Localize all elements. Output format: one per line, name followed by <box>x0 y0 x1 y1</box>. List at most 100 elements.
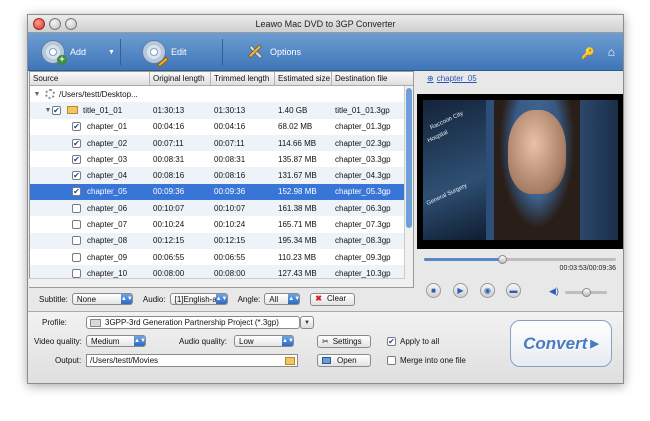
row-estimated-size: 127.43 MB <box>278 268 317 278</box>
profile-select[interactable]: 3GPP-3rd Generation Partnership Project … <box>86 316 314 329</box>
audio-select[interactable]: [1]English-ac3 ▲▼ <box>169 293 228 305</box>
row-estimated-size: 195.34 MB <box>278 236 317 246</box>
row-original-length: 00:07:11 <box>153 138 184 148</box>
table-row[interactable]: ✔ chapter_05 00:09:36 00:09:36 152.98 MB chap… <box>30 183 413 201</box>
playback-controls: ■ ▶ ◉ ▬ ◀) <box>417 281 623 301</box>
playback-progress-slider[interactable] <box>424 255 616 264</box>
column-header-trimmed-length[interactable]: Trimmed length <box>211 72 275 85</box>
row-checkbox[interactable]: ✔ <box>52 105 61 115</box>
row-checkbox[interactable] <box>72 252 81 262</box>
row-checkbox[interactable] <box>72 203 81 213</box>
angle-select[interactable]: All ▲▼ <box>264 293 301 305</box>
table-row[interactable]: ✔ chapter_04 00:08:16 00:08:16 131.67 MB chap… <box>30 167 413 184</box>
disclosure-triangle-icon[interactable]: ▼ <box>33 91 41 98</box>
clear-button[interactable]: ✖ Clear <box>310 292 356 306</box>
table-row[interactable]: ✔ chapter_01 00:04:16 00:04:16 68.02 MB chapt… <box>30 119 413 135</box>
camera-icon: ◉ <box>484 286 491 295</box>
table-row[interactable]: ✔ chapter_03 00:08:31 00:08:31 135.87 MB chap… <box>30 151 413 167</box>
profile-label: Profile: <box>42 318 67 327</box>
row-name: chapter_06 <box>87 203 128 213</box>
row-trimmed-length: 00:06:55 <box>214 252 246 262</box>
column-header-source[interactable]: Source <box>30 72 150 85</box>
vertical-scrollbar[interactable] <box>404 86 413 287</box>
subtitle-select[interactable]: None ▲▼ <box>71 293 133 305</box>
table-row[interactable]: chapter_07 00:10:24 00:10:24 165.71 MB chapt… <box>30 216 413 232</box>
column-header-destination-file[interactable]: Destination file <box>332 72 406 85</box>
row-checkbox[interactable]: ✔ <box>72 171 81 181</box>
table-row[interactable]: ▼ ✔ title_01_01 01:30:13 01:30:13 1.40 GB titl… <box>30 102 413 119</box>
snapshot-button[interactable]: ◉ <box>480 283 495 298</box>
play-arrow-icon: ▶ <box>590 338 599 350</box>
key-icon[interactable]: 🔑 <box>581 47 595 60</box>
close-window-button[interactable] <box>33 18 45 30</box>
row-estimated-size: 165.71 MB <box>278 220 317 230</box>
preview-title[interactable]: ⊕ chapter_05 <box>417 71 623 86</box>
edit-button[interactable]: Edit <box>142 37 187 68</box>
table-row[interactable]: chapter_06 00:10:07 00:10:07 161.38 MB chapt… <box>30 200 413 217</box>
table-row[interactable]: chapter_09 00:06:55 00:06:55 110.23 MB chapt… <box>30 249 413 265</box>
output-path-field[interactable]: /Users/testt/Movies <box>86 354 298 367</box>
table-row-root[interactable]: ▼ /Users/testt/Desktop... <box>30 86 413 102</box>
row-checkbox[interactable]: ✔ <box>72 154 81 164</box>
add-dropdown-arrow[interactable]: ▼ <box>108 37 115 67</box>
row-checkbox[interactable]: ✔ <box>72 138 81 148</box>
disclosure-triangle-icon[interactable]: ▼ <box>44 107 52 114</box>
row-checkbox[interactable]: ✔ <box>72 122 81 132</box>
column-header-estimated-size[interactable]: Estimated size <box>275 72 332 85</box>
video-signage: Raccoon City Hospital General Surgery <box>423 100 486 240</box>
volume-knob[interactable] <box>582 288 591 297</box>
column-header-original-length[interactable]: Original length <box>150 72 211 85</box>
table-row[interactable]: ✔ chapter_02 00:07:11 00:07:11 114.66 MB chap… <box>30 134 413 152</box>
settings-button[interactable]: ✂ Settings <box>317 335 371 348</box>
stop-button[interactable]: ■ <box>426 283 441 298</box>
row-destination-file: chapter_07.3gp <box>335 220 391 230</box>
row-checkbox[interactable] <box>72 220 81 230</box>
row-trimmed-length: 00:08:31 <box>214 154 246 164</box>
convert-button[interactable]: Convert ▶ <box>510 320 612 367</box>
row-destination-file: chapter_06.3gp <box>335 203 391 213</box>
volume-slider[interactable] <box>565 288 607 297</box>
vertical-scroll-thumb[interactable] <box>406 88 412 228</box>
row-trimmed-length: 00:08:16 <box>214 171 246 181</box>
chevron-down-icon[interactable]: ▼ <box>300 316 314 329</box>
row-destination-file: chapter_04.3gp <box>335 171 391 181</box>
angle-value: All <box>269 295 279 304</box>
chevron-updown-icon: ▲▼ <box>215 294 228 304</box>
link-icon: ⊕ <box>427 74 434 83</box>
merge-checkbox[interactable]: Merge into one file <box>387 356 466 365</box>
minimize-window-button[interactable] <box>49 18 61 30</box>
row-trimmed-length: 00:10:07 <box>214 203 246 213</box>
video-quality-select[interactable]: Medium ▲▼ <box>86 335 146 347</box>
options-button[interactable]: Options <box>245 37 301 67</box>
audio-quality-select[interactable]: Low ▲▼ <box>234 335 294 347</box>
subtitle-value: None <box>76 295 97 304</box>
title-bar: Leawo Mac DVD to 3GP Converter <box>28 15 623 33</box>
row-checkbox[interactable] <box>72 236 81 246</box>
open-button[interactable]: Open <box>317 354 371 367</box>
add-button[interactable]: + Add <box>41 37 86 67</box>
app-window: Leawo Mac DVD to 3GP Converter + Add ▼ E… <box>27 14 624 384</box>
home-icon[interactable]: ⌂ <box>608 45 615 59</box>
progress-knob[interactable] <box>497 255 507 264</box>
horizontal-scrollbar[interactable] <box>29 278 405 287</box>
disc-source-icon <box>45 89 55 100</box>
play-button[interactable]: ▶ <box>453 283 468 298</box>
table-row[interactable]: chapter_08 00:12:15 00:12:15 195.34 MB chapt… <box>30 232 413 249</box>
phone-icon <box>90 319 101 327</box>
video-preview[interactable]: Raccoon City Hospital General Surgery <box>417 94 623 249</box>
row-destination-file: title_01_01.3gp <box>335 105 390 115</box>
convert-label: Convert <box>523 333 588 353</box>
row-destination-file: chapter_09.3gp <box>335 252 391 262</box>
root-path: /Users/testt/Desktop... <box>59 89 138 99</box>
stream-options-bar: Subtitle: None ▲▼ Audio: [1]English-ac3 ▲▼… <box>29 290 414 308</box>
folder-button[interactable]: ▬ <box>506 283 521 298</box>
volume-icon: ◀) <box>549 286 559 296</box>
checkbox-icon[interactable] <box>387 356 396 365</box>
checkbox-icon[interactable]: ✔ <box>387 337 396 346</box>
folder-icon[interactable] <box>285 357 295 365</box>
row-name: chapter_03 <box>87 154 128 164</box>
row-checkbox[interactable] <box>72 268 81 278</box>
zoom-window-button[interactable] <box>65 18 77 30</box>
apply-to-all-checkbox[interactable]: ✔ Apply to all <box>387 337 439 346</box>
row-checkbox[interactable]: ✔ <box>72 187 81 197</box>
